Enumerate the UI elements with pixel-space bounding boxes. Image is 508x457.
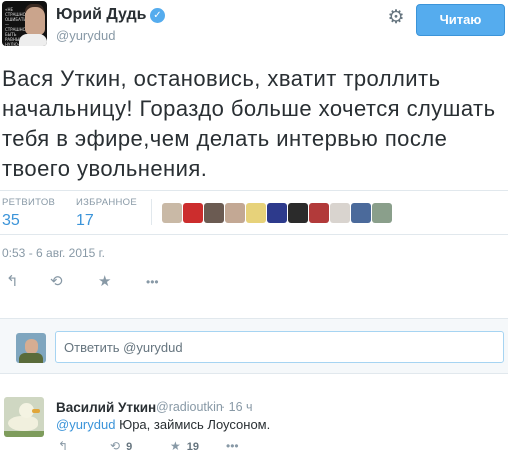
favoriter-avatar[interactable] [309,203,329,223]
retweets-count[interactable]: 35 [2,212,55,230]
favorite-button[interactable]: ★ 19 [170,439,199,453]
avatar-shirt [19,353,43,363]
favoriter-avatar[interactable] [351,203,371,223]
favoriter-avatar[interactable] [204,203,224,223]
reply-icon[interactable]: ↰ [58,439,68,453]
reply-mention[interactable]: @yurydud [56,417,115,432]
favoriter-avatar[interactable] [225,203,245,223]
reply-retweets-count: 9 [126,441,133,453]
reply-favorites-count: 19 [186,441,200,453]
favoriter-avatar[interactable] [267,203,287,223]
avatar-face [25,7,45,35]
avatar-face [25,339,38,354]
reply-icon[interactable]: ↰ [6,272,19,290]
favorites-count[interactable]: 17 [76,212,137,230]
favoriter-avatar[interactable] [162,203,182,223]
gear-icon[interactable]: ⚙ [385,7,407,29]
current-user-avatar [16,333,46,363]
reply-body: Юра, займись Лоусоном. [115,417,271,432]
reply-box: Ответить @yurydud [0,318,508,374]
reply-text: @yurydud Юра, займись Лоусоном. [56,417,270,432]
duck-body [8,416,38,431]
retweet-button[interactable]: ⟲ 9 [110,439,132,453]
stat-divider [151,199,152,225]
favoriter-avatar[interactable] [330,203,350,223]
reply-author-name[interactable]: Василий Уткин [56,400,156,415]
more-icon[interactable]: ••• [226,439,239,453]
author-name[interactable]: Юрий Дудь [56,6,146,24]
duck-grass [4,431,44,437]
favoriter-avatar[interactable] [372,203,392,223]
reply-time[interactable]: · 16 ч [221,400,253,414]
more-icon[interactable]: ••• [146,275,159,289]
favoriter-avatar[interactable] [288,203,308,223]
favorites-label: ИЗБРАННОЕ [76,197,137,208]
retweets-label: РЕТВИТОВ [2,197,56,208]
verified-icon: ✓ [150,8,165,23]
tweet-timestamp[interactable]: 0:53 - 6 авг. 2015 г. [2,246,105,260]
reply-tweet: Василий Уткин @radioutkin · 16 ч @yurydu… [0,375,508,457]
author-handle[interactable]: @yurydud [56,28,115,43]
favorite-icon[interactable]: ★ [98,272,111,290]
author-avatar[interactable]: «НЕ СТРАШНО ОШИБАТЬСЯ — СТРАШНО БЫТЬ РАВ… [2,1,47,46]
tweet-text: Вася Уткин, остановись, хватит троллить … [2,66,496,181]
divider [0,190,508,191]
favoriter-avatar[interactable] [246,203,266,223]
avatar-shirt [19,34,47,46]
retweet-icon[interactable]: ⟲ [50,272,63,290]
favorites-stat[interactable]: ИЗБРАННОЕ 17 [76,197,137,230]
favorite-icon: ★ [170,439,181,453]
retweet-icon: ⟲ [110,439,121,453]
reply-input[interactable]: Ответить @yurydud [55,331,504,363]
follow-button[interactable]: Читаю [416,4,505,36]
reply-author-avatar[interactable] [4,397,44,437]
tweet: «НЕ СТРАШНО ОШИБАТЬСЯ — СТРАШНО БЫТЬ РАВ… [0,0,508,302]
favoriter-avatar[interactable] [183,203,203,223]
reply-author-handle[interactable]: @radioutkin [156,400,223,414]
divider [0,234,508,235]
duck-beak [32,409,40,413]
retweets-stat[interactable]: РЕТВИТОВ 35 [2,197,55,230]
